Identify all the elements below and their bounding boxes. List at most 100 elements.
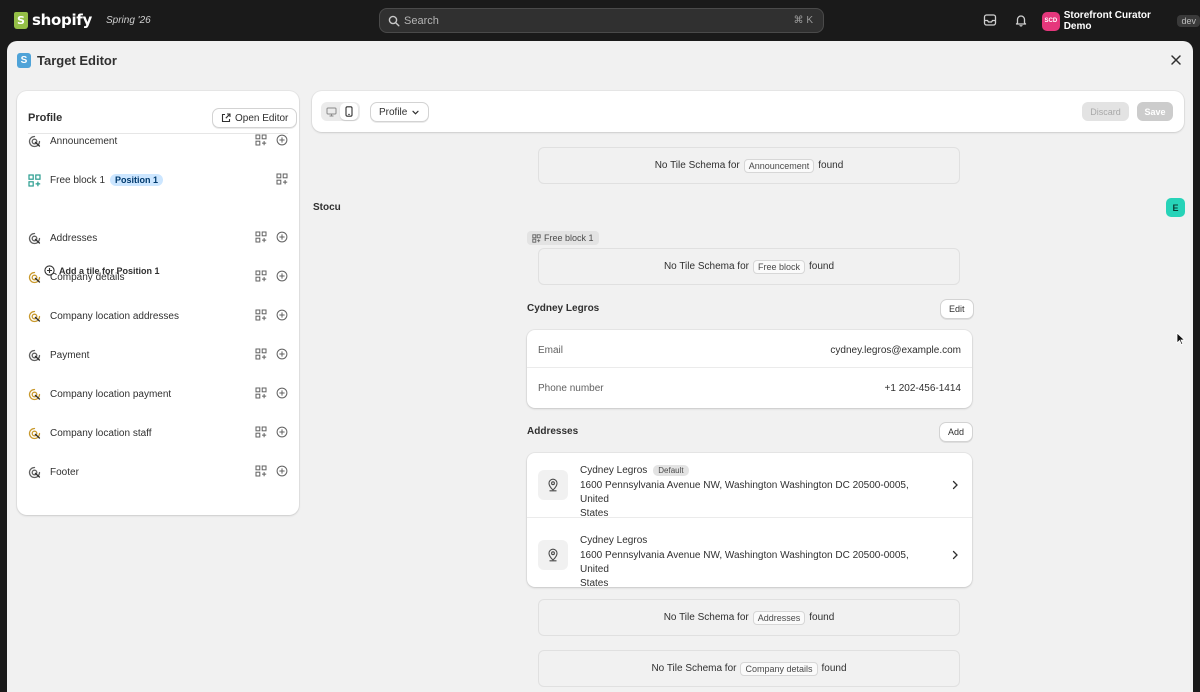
plus-circle-icon[interactable] <box>276 309 288 321</box>
profile-panel-header: Profile Open Editor <box>17 91 299 133</box>
plus-circle-icon[interactable] <box>276 426 288 438</box>
search-icon <box>388 15 400 27</box>
edition-label: Spring '26 <box>106 14 151 26</box>
no-schema-notice-addresses: No Tile Schema for Addresses found <box>538 599 960 636</box>
mouse-cursor-icon <box>1176 332 1186 346</box>
address-row[interactable]: Cydney Legros Default 1600 Pennsylvania … <box>527 453 972 519</box>
open-editor-button[interactable]: Open Editor <box>212 108 298 128</box>
sidebar-item-company-location-payment[interactable]: Company location payment <box>28 381 288 407</box>
desktop-view-button[interactable] <box>322 103 340 120</box>
address-line-2: States <box>580 508 609 519</box>
target-icon <box>28 232 41 244</box>
add-tile-icon[interactable] <box>255 387 267 399</box>
sidebar-item-label: Free block 1 <box>50 174 106 186</box>
editor-badge[interactable]: E <box>1166 198 1185 217</box>
phone-label: Phone number <box>538 383 604 394</box>
env-badge: dev <box>1177 15 1200 27</box>
top-bar: S shopify Spring '26 Search ⌘ K SCD Stor… <box>0 0 1200 40</box>
close-icon[interactable] <box>1170 54 1182 66</box>
discard-button[interactable]: Discard <box>1082 102 1129 121</box>
address-lines: 1600 Pennsylvania Avenue NW, Washington … <box>580 479 940 521</box>
customer-name: Cydney Legros <box>527 303 600 314</box>
plus-circle-icon[interactable] <box>276 348 288 360</box>
edit-customer-button[interactable]: Edit <box>940 299 974 319</box>
sidebar-item-free-block-1[interactable]: Free block 1 Position 1 <box>28 167 288 193</box>
mobile-icon <box>345 106 353 117</box>
sidebar-item-label: Company location staff <box>50 427 152 439</box>
sidebar-item-label: Company location payment <box>50 388 172 400</box>
add-tile-icon[interactable] <box>255 426 267 438</box>
address-name: Cydney Legros Default <box>580 465 689 476</box>
add-tile-icon[interactable] <box>255 348 267 360</box>
item-actions <box>255 231 288 243</box>
view-toggle <box>321 102 360 121</box>
profile-panel: Profile Open Editor Announcement Free blo… <box>17 91 299 515</box>
add-tile-icon[interactable] <box>255 231 267 243</box>
sidebar-item-company-location-addresses[interactable]: Company location addresses <box>28 303 288 329</box>
sidebar-item-announcement[interactable]: Announcement <box>28 128 288 154</box>
external-link-icon <box>221 113 231 123</box>
notice-prefix: No Tile Schema for <box>663 261 749 272</box>
plus-circle-icon[interactable] <box>276 270 288 282</box>
no-schema-notice-company-details: No Tile Schema for Company details found <box>538 650 960 687</box>
blocks-icon <box>532 233 541 243</box>
chevron-right-icon <box>952 480 958 490</box>
notice-suffix: found <box>818 160 844 171</box>
address-recipient: Cydney Legros <box>580 465 648 476</box>
schema-name: Company details <box>740 661 818 676</box>
notice-suffix: found <box>809 261 835 272</box>
address-recipient: Cydney Legros <box>580 535 648 546</box>
sidebar-item-footer[interactable]: Footer <box>28 459 288 485</box>
add-tile-icon[interactable] <box>255 465 267 477</box>
plus-circle-icon <box>44 265 55 276</box>
address-row[interactable]: Cydney Legros 1600 Pennsylvania Avenue N… <box>527 523 972 587</box>
store-switcher[interactable]: SCD Storefront Curator Demo dev <box>1042 10 1200 32</box>
email-row: Email cydney.legros@example.com <box>527 330 972 371</box>
search-shortcut: ⌘ K <box>793 15 813 26</box>
search-input[interactable]: Search ⌘ K <box>379 8 824 33</box>
email-label: Email <box>538 345 564 356</box>
sidebar-item-payment[interactable]: Payment <box>28 342 288 368</box>
no-schema-notice-announcement: No Tile Schema for Announcement found <box>538 147 960 184</box>
plus-circle-icon[interactable] <box>276 465 288 477</box>
profile-select[interactable]: Profile <box>370 102 430 122</box>
shopify-bag-icon: S <box>14 11 28 29</box>
sidebar-item-company-location-staff[interactable]: Company location staff <box>28 420 288 446</box>
address-name: Cydney Legros <box>580 535 647 546</box>
target-icon <box>28 310 41 322</box>
brand-name: shopify <box>32 11 92 29</box>
stocu-label: Stocu <box>313 202 341 213</box>
plus-circle-icon[interactable] <box>276 134 288 146</box>
profile-panel-title: Profile <box>28 112 63 124</box>
item-actions <box>255 348 288 360</box>
save-button[interactable]: Save <box>1137 102 1173 121</box>
desktop-icon <box>326 107 336 116</box>
add-tile-icon[interactable] <box>255 309 267 321</box>
bell-icon[interactable] <box>1014 13 1028 27</box>
add-tile-icon[interactable] <box>255 134 267 146</box>
add-tile-icon[interactable] <box>276 173 288 185</box>
item-actions <box>255 387 288 399</box>
item-actions <box>255 270 288 282</box>
sidebar-item-label: Footer <box>50 466 79 478</box>
add-address-button[interactable]: Add <box>939 422 974 442</box>
plus-circle-icon[interactable] <box>276 387 288 399</box>
schema-name: Free block <box>752 259 806 274</box>
add-tile-icon[interactable] <box>255 270 267 282</box>
notice-suffix: found <box>821 663 847 674</box>
inbox-icon[interactable] <box>983 13 997 27</box>
location-pin-icon <box>538 540 568 570</box>
add-tile-button[interactable]: Add a tile for Position 1 <box>44 265 160 276</box>
phone-row: Phone number +1 202-456-1414 <box>527 368 972 408</box>
shopify-logo[interactable]: S shopify Spring '26 <box>14 11 151 29</box>
item-actions <box>255 134 288 146</box>
no-schema-notice-free-block: No Tile Schema for Free block found <box>538 248 960 285</box>
sidebar-item-addresses[interactable]: Addresses <box>28 225 288 251</box>
plus-circle-icon[interactable] <box>276 231 288 243</box>
schema-name: Announcement <box>743 158 815 173</box>
target-icon <box>28 427 41 439</box>
notice-prefix: No Tile Schema for <box>663 612 749 623</box>
mobile-view-button[interactable] <box>340 103 358 120</box>
address-line-1: 1600 Pennsylvania Avenue NW, Washington … <box>580 550 909 575</box>
notice-prefix: No Tile Schema for <box>654 160 740 171</box>
